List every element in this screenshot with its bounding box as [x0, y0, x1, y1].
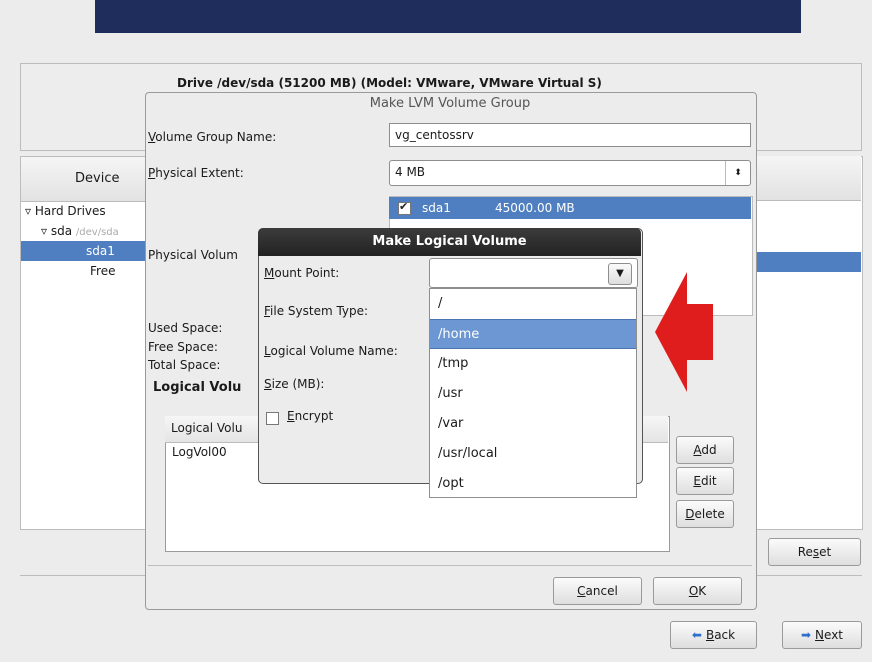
expander-icon[interactable]: ▿	[41, 224, 47, 238]
pv-row[interactable]: ✔ sda1 45000.00 MB	[389, 197, 751, 219]
mount-point-combo[interactable]: ▼	[429, 258, 638, 288]
partition-list-right	[750, 156, 863, 530]
device-header-label: Device	[75, 171, 120, 186]
lv-name-label: Logical Volume Name:	[264, 344, 398, 358]
encrypt-checkbox[interactable]	[266, 412, 279, 425]
fs-type-label: File System Type:	[264, 304, 369, 318]
delete-button[interactable]: Delete	[676, 500, 734, 528]
mount-option[interactable]: /usr	[430, 379, 636, 409]
cancel-label: Cancel	[577, 584, 618, 598]
mount-option[interactable]: /usr/local	[430, 439, 636, 469]
lv-section-label: Logical Volu	[153, 380, 242, 395]
reset-button[interactable]: Reset	[768, 538, 861, 566]
ok-button[interactable]: OK	[653, 577, 742, 605]
mount-option[interactable]: /opt	[430, 469, 636, 499]
ok-label: OK	[688, 584, 707, 598]
add-button[interactable]: Add	[676, 436, 734, 464]
pe-label: Physical Extent:	[148, 166, 244, 180]
edit-button[interactable]: Edit	[676, 467, 734, 495]
back-button[interactable]: ⬅ Back	[670, 621, 757, 649]
tree-sda1-label: sda1	[86, 244, 115, 258]
mount-point-label: Mount Point:	[264, 266, 340, 280]
check-icon: ✔	[399, 200, 409, 213]
tree-hard-drives-label: Hard Drives	[34, 204, 106, 218]
mount-option[interactable]: /	[430, 289, 636, 319]
right-column-header	[750, 156, 861, 201]
next-label: Next	[815, 628, 844, 642]
red-arrow-icon	[655, 272, 713, 392]
chevron-down-icon[interactable]: ▼	[608, 263, 632, 285]
back-arrow-icon: ⬅	[691, 628, 702, 642]
installer-banner	[95, 0, 801, 33]
vg-name-label: Volume Group Name:	[148, 130, 277, 144]
tree-sda-path: /dev/sda	[75, 227, 119, 238]
lv-header-label: Logical Volu	[171, 421, 243, 435]
add-label: Add	[693, 443, 717, 457]
free-space-label: Free Space:	[148, 340, 218, 354]
drive-label: Drive /dev/sda (51200 MB) (Model: VMware…	[177, 76, 602, 90]
mount-option[interactable]: /var	[430, 409, 636, 439]
next-button[interactable]: ➡ Next	[782, 621, 862, 649]
expander-icon[interactable]: ▿	[25, 204, 31, 218]
cancel-button[interactable]: Cancel	[553, 577, 642, 605]
edit-label: Edit	[693, 474, 717, 488]
size-label: Size (MB):	[264, 377, 325, 391]
pe-value: 4 MB	[395, 165, 426, 179]
pv-size: 45000.00 MB	[495, 201, 575, 215]
mlv-dialog-title: Make Logical Volume	[258, 228, 641, 256]
next-arrow-icon: ➡	[800, 628, 812, 642]
mount-point-dropdown[interactable]: / /home /tmp /usr /var /usr/local /opt	[429, 288, 637, 498]
lv-row-logvol00[interactable]: LogVol00	[172, 445, 227, 459]
encrypt-label: Encrypt	[287, 409, 334, 423]
reset-label: Reset	[797, 545, 832, 559]
pe-select[interactable]: 4 MB ⬍	[389, 160, 751, 186]
vg-name-input[interactable]: vg_centossrv	[389, 123, 751, 147]
total-space-label: Total Space:	[148, 358, 221, 372]
lvm-dialog-title: Make LVM Volume Group	[369, 96, 531, 111]
tree-free-label: Free	[90, 264, 116, 278]
mount-option[interactable]: /tmp	[430, 349, 636, 379]
mount-option-selected[interactable]: /home	[430, 319, 636, 349]
used-space-label: Used Space:	[148, 321, 223, 335]
pv-label: Physical Volum	[148, 248, 238, 262]
right-selected-row	[750, 252, 861, 272]
delete-label: Delete	[685, 507, 725, 521]
updown-icon: ⬍	[725, 161, 750, 185]
tree-sda-label: sda	[50, 224, 73, 238]
lvm-divider	[148, 565, 752, 566]
pv-name: sda1	[422, 201, 451, 215]
back-label: Back	[705, 628, 736, 642]
